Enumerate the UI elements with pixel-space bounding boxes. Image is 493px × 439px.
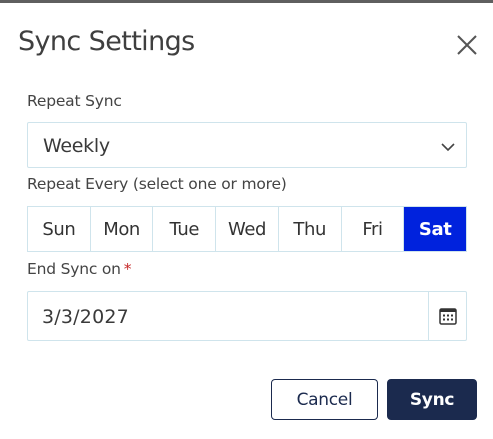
repeat-every-label: Repeat Every (select one or more) — [27, 175, 287, 193]
cancel-button[interactable]: Cancel — [271, 379, 378, 420]
day-tue[interactable]: Tue — [153, 207, 217, 251]
day-fri[interactable]: Fri — [342, 207, 405, 251]
day-wed[interactable]: Wed — [216, 207, 279, 251]
repeat-sync-select[interactable]: Weekly — [27, 122, 467, 168]
day-sat[interactable]: Sat — [404, 207, 467, 251]
sync-button[interactable]: Sync — [387, 379, 477, 420]
day-sun[interactable]: Sun — [28, 207, 91, 251]
repeat-sync-value: Weekly — [43, 135, 110, 157]
close-icon — [457, 35, 477, 55]
calendar-button[interactable] — [428, 292, 467, 340]
end-sync-label: End Sync on * — [27, 260, 132, 278]
required-marker: * — [123, 260, 132, 278]
top-border — [0, 0, 493, 3]
end-sync-label-text: End Sync on — [27, 260, 121, 278]
calendar-icon — [439, 308, 457, 325]
day-thu[interactable]: Thu — [279, 207, 342, 251]
close-button[interactable] — [452, 30, 482, 60]
chevron-down-icon — [441, 143, 455, 152]
end-sync-date-value: 3/3/2027 — [42, 306, 129, 328]
dialog-title: Sync Settings — [18, 26, 195, 57]
day-mon[interactable]: Mon — [91, 207, 154, 251]
repeat-sync-label: Repeat Sync — [27, 92, 122, 110]
end-sync-date-field[interactable]: 3/3/2027 — [27, 291, 467, 341]
day-selector: Sun Mon Tue Wed Thu Fri Sat — [27, 206, 467, 252]
